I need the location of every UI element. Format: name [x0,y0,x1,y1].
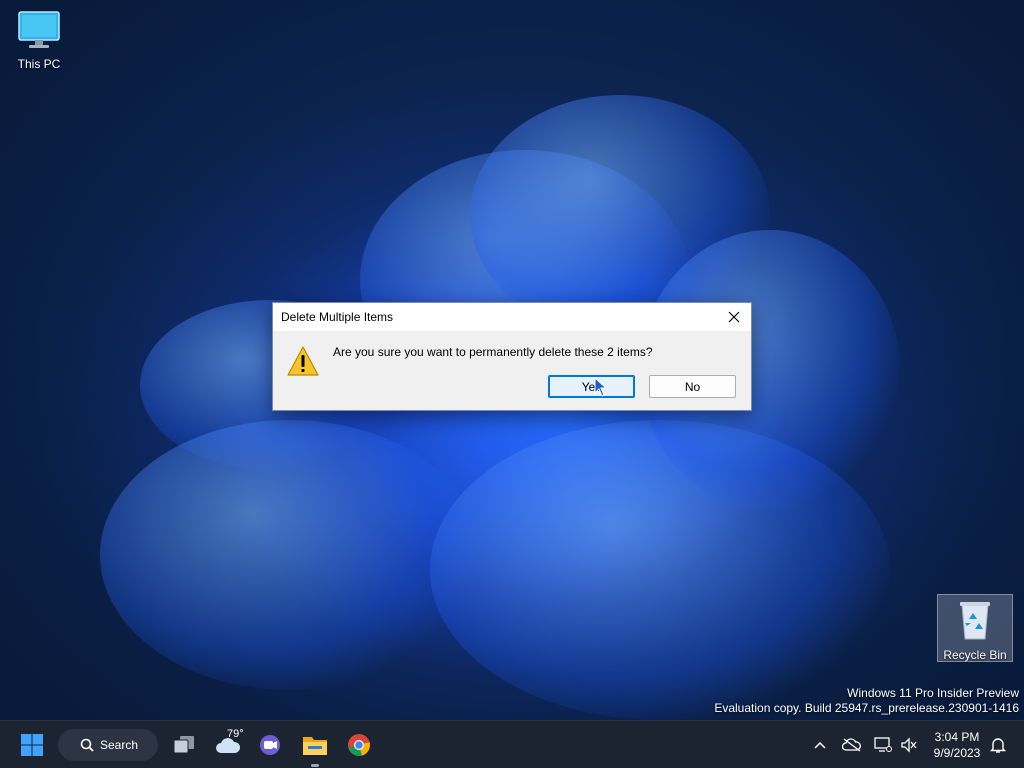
taskbar-clock[interactable]: 3:04 PM 9/9/2023 [926,729,988,761]
desktop-icon-recycle-bin[interactable]: Recycle Bin [937,594,1013,662]
dialog-close-button[interactable] [717,303,751,331]
taskbar-search-box[interactable]: Search [58,729,158,761]
chat-button[interactable] [254,721,286,768]
start-button[interactable] [14,721,50,768]
dialog-body: Are you sure you want to permanently del… [273,331,751,410]
chevron-up-icon [814,741,826,749]
volume-tray-button[interactable] [898,721,920,768]
folder-icon [303,737,327,755]
wallpaper-petal [100,420,480,690]
weather-temperature: 79° [227,728,244,740]
dialog-message: Are you sure you want to permanently del… [333,345,653,359]
dialog-title: Delete Multiple Items [281,310,394,324]
yes-button[interactable]: Yes [548,375,635,398]
desktop-icon-label: This PC [17,57,61,71]
task-view-button[interactable] [168,721,200,768]
task-view-icon [173,736,194,754]
mouse-cursor-icon [594,377,608,397]
notification-bell-icon [989,738,1007,753]
show-hidden-icons-button[interactable] [808,721,832,768]
cloud-offline-icon [842,738,861,752]
network-icon [874,737,892,752]
clock-date: 9/9/2023 [933,746,981,760]
chrome-button[interactable] [342,721,376,768]
onedrive-tray-button[interactable] [840,721,864,768]
search-label: Search [100,738,139,752]
no-button[interactable]: No [649,375,736,398]
warning-icon [287,346,319,376]
watermark-line-1: Windows 11 Pro Insider Preview [847,686,1019,700]
chrome-icon [348,734,370,756]
dialog-titlebar[interactable]: Delete Multiple Items [273,303,751,331]
delete-confirm-dialog: Delete Multiple Items Are you sure you w… [272,302,752,411]
search-icon [80,738,94,752]
file-explorer-button[interactable] [298,721,332,768]
watermark-line-2: Evaluation copy. Build 25947.rs_prerelea… [714,701,1019,715]
chat-icon [260,735,280,755]
recycle-bin-icon [960,602,990,640]
close-icon [728,311,740,323]
network-tray-button[interactable] [872,721,894,768]
volume-muted-icon [901,737,917,753]
monitor-icon [18,11,60,48]
desktop-icon-label: Recycle Bin [943,648,1007,662]
notification-center-button[interactable] [986,721,1010,768]
windows-logo-icon [21,734,43,756]
clock-time: 3:04 PM [934,730,980,744]
windows-watermark: Windows 11 Pro Insider Preview Evaluatio… [714,686,1019,716]
desktop-icon-this-pc[interactable]: This PC [3,10,75,71]
taskbar: Search 79° 3:04 PM 9/9/2023 [0,720,1024,768]
active-app-indicator [311,764,319,767]
